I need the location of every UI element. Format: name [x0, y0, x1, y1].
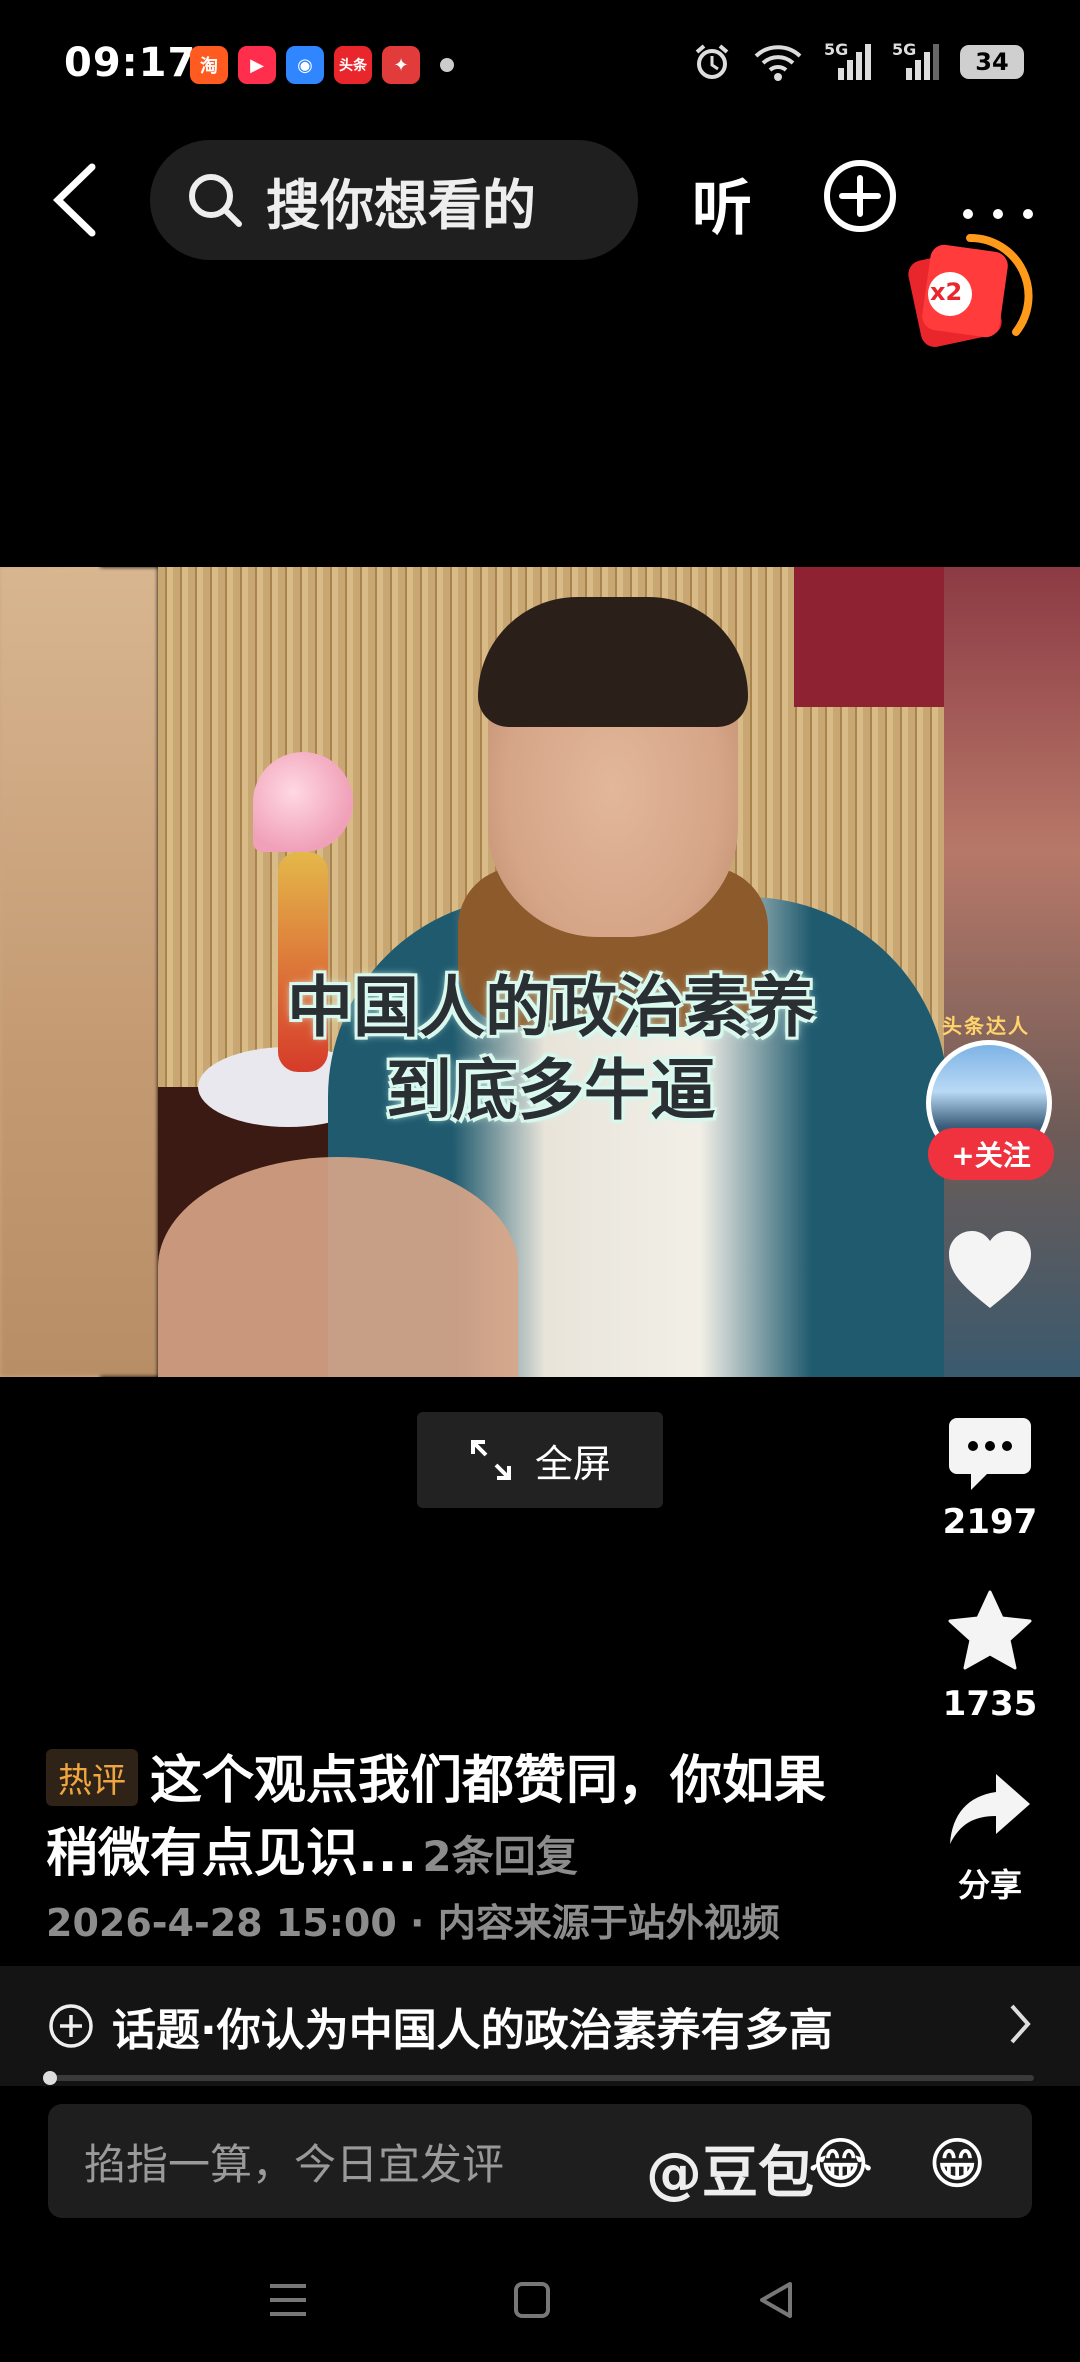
reward-multiplier: x2 — [930, 278, 963, 306]
video-player[interactable]: 中国人的政治素养 到底多牛逼 — [0, 567, 1080, 1377]
video-app-icon: ▶ — [238, 46, 276, 84]
comment-count: 2197 — [942, 1502, 1038, 1542]
hot-comment[interactable]: 热评 这个观点我们都赞同，你如果稍微有点见识... 2条回复 — [46, 1745, 846, 1891]
caption-line-2: 到底多牛逼 — [386, 1051, 716, 1129]
system-navigation-bar — [0, 2260, 1080, 2340]
share-button[interactable]: 分享 — [930, 1770, 1050, 1906]
listen-button[interactable]: 听 — [692, 160, 752, 247]
back-arrow-icon — [52, 163, 96, 237]
menu-icon[interactable] — [266, 2280, 310, 2320]
notification-icons: 淘 ▶ ◉ 头条 ✦ — [190, 46, 454, 84]
back-triangle-icon[interactable] — [756, 2280, 796, 2320]
search-input[interactable]: 搜你想看的 — [150, 140, 638, 260]
browser-app-icon: ◉ — [286, 46, 324, 84]
topic-bar[interactable]: 话题·你认为中国人的政治素养有多高 — [0, 1966, 1080, 2086]
video-caption: 中国人的政治素养 到底多牛逼 — [158, 967, 944, 1132]
more-dots-icon — [963, 209, 1033, 219]
author-badge: 头条达人 — [942, 1014, 1030, 1038]
follow-button[interactable]: +关注 — [928, 1128, 1054, 1180]
cellular-signal-2-icon: 5G — [892, 40, 940, 82]
expand-icon — [470, 1440, 511, 1480]
post-meta: 2026-4-28 15:00 · 内容来源于站外视频 — [46, 1901, 780, 1945]
grinning-emoji-button[interactable]: 😁 — [928, 2132, 986, 2197]
plus-circle-icon — [824, 160, 896, 232]
favorite-button[interactable]: 1735 — [930, 1590, 1050, 1724]
chevron-right-icon — [1010, 2004, 1031, 2044]
reward-badge[interactable]: x2 — [900, 228, 1040, 358]
share-arrow-icon — [950, 1774, 1030, 1844]
peach-figurine — [253, 752, 353, 852]
comment-bubble-icon — [949, 1418, 1031, 1490]
comment-input[interactable]: 掐指一算，今日宜发评 @豆包 😂 😁 — [48, 2104, 1032, 2218]
heart-icon — [949, 1231, 1031, 1308]
cellular-signal-1-icon: 5G — [824, 40, 872, 82]
search-icon — [189, 174, 242, 227]
mention-doubao-button[interactable]: @豆包 — [646, 2128, 814, 2209]
status-bar: 09:17 淘 ▶ ◉ 头条 ✦ 5G 5G 34 — [0, 0, 1080, 130]
wifi-icon — [754, 45, 802, 81]
taobao-app-icon: 淘 — [190, 46, 228, 84]
speaker-hand — [158, 1157, 518, 1377]
progress-scrubber[interactable] — [43, 2071, 57, 2085]
red-curtain — [794, 567, 944, 707]
clock: 09:17 — [64, 40, 197, 86]
event-app-icon: ✦ — [382, 46, 420, 84]
plus-circle-icon — [49, 2004, 93, 2048]
battery-indicator: 34 — [960, 45, 1024, 79]
like-button[interactable] — [930, 1228, 1050, 1316]
video-blur-left — [0, 567, 158, 1377]
more-notifications-dot — [440, 58, 454, 72]
fullscreen-button[interactable]: 全屏 — [417, 1412, 663, 1508]
hot-comment-badge: 热评 — [46, 1749, 138, 1806]
comment-button[interactable]: 2197 — [930, 1416, 1050, 1542]
add-button[interactable] — [822, 158, 898, 234]
share-label: 分享 — [957, 1866, 1022, 1904]
caption-line-1: 中国人的政治素养 — [287, 969, 815, 1046]
back-button[interactable] — [40, 160, 110, 240]
star-icon — [948, 1590, 1032, 1670]
fullscreen-label: 全屏 — [534, 1441, 611, 1486]
laughing-emoji-button[interactable]: 😂 — [808, 2132, 873, 2197]
reply-count-link[interactable]: 2条回复 — [422, 1832, 577, 1881]
home-icon[interactable] — [512, 2280, 552, 2320]
video-progress-bar[interactable] — [43, 2071, 1034, 2085]
video-frame: 中国人的政治素养 到底多牛逼 — [158, 567, 944, 1377]
comment-placeholder: 掐指一算，今日宜发评 — [84, 2139, 505, 2189]
speaker-hair — [478, 597, 748, 727]
favorite-count: 1735 — [942, 1684, 1038, 1724]
toutiao-app-icon: 头条 — [334, 46, 372, 84]
system-icons: 5G 5G 34 — [692, 40, 1024, 82]
alarm-icon — [695, 44, 729, 79]
topic-label: 话题·你认为中国人的政治素养有多高 — [112, 2005, 833, 2056]
search-placeholder: 搜你想看的 — [266, 173, 536, 237]
